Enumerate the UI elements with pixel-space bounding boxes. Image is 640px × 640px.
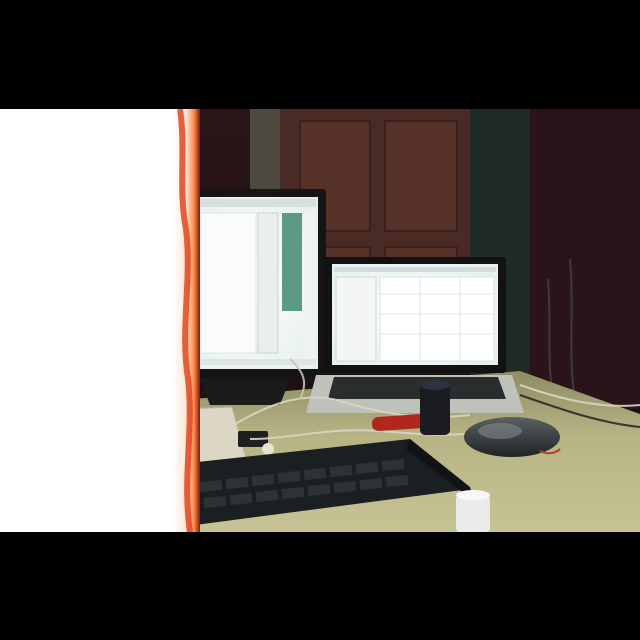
- right-wall: [530, 109, 640, 409]
- disc: [262, 443, 274, 455]
- bottom-letterbox: [0, 532, 640, 640]
- laptop: [306, 257, 524, 413]
- cup: [456, 490, 490, 532]
- desk-photo: [0, 109, 640, 532]
- computer-mouse: [464, 417, 561, 457]
- mug: [420, 380, 450, 435]
- photo-frame: [0, 0, 640, 640]
- light-leak: [0, 109, 200, 532]
- top-letterbox: [0, 0, 640, 109]
